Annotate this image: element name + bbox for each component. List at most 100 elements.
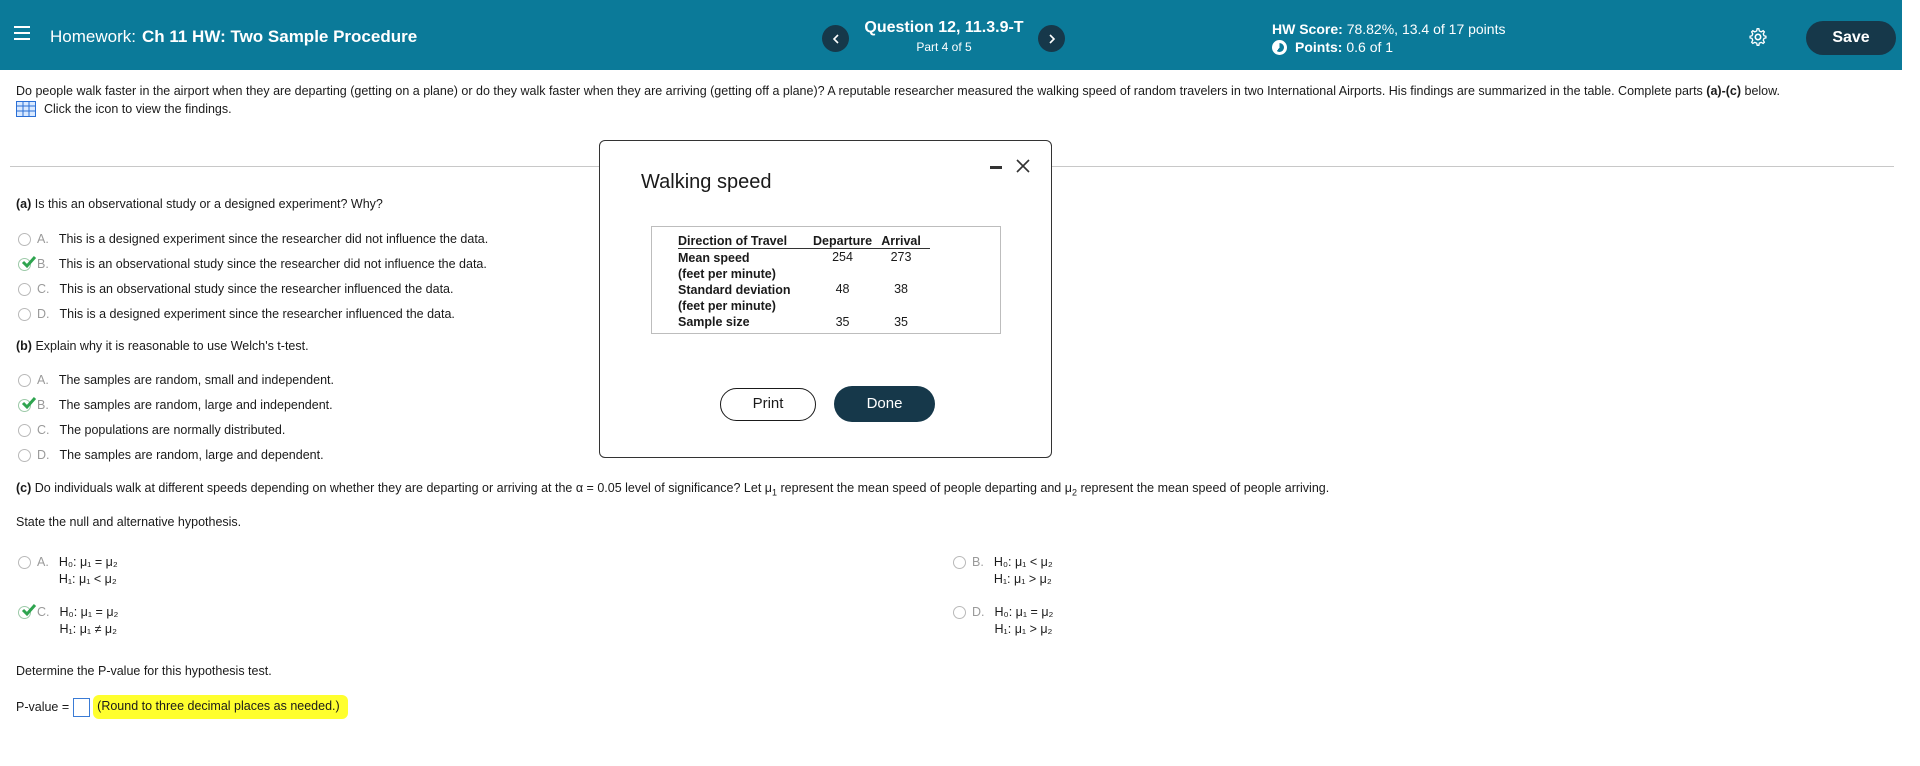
- radio-button[interactable]: [18, 282, 31, 296]
- question-intro: Do people walk faster in the airport whe…: [16, 83, 1896, 99]
- table-header: Direction of Travel: [678, 233, 788, 248]
- intro-end: below.: [1744, 84, 1780, 98]
- homework-name: Ch 11 HW: Two Sample Procedure: [141, 27, 418, 46]
- radio-button[interactable]: [18, 448, 31, 462]
- part-a-option-c[interactable]: C. This is an observational study since …: [18, 282, 453, 296]
- findings-table: Direction of Travel Departure Arrival Me…: [678, 231, 931, 330]
- null-hypothesis: H₀: μ₁ = μ₂: [59, 605, 119, 619]
- part-a-option-d[interactable]: D. This is a designed experiment since t…: [18, 307, 455, 321]
- part-a-label: (a): [16, 197, 32, 211]
- table-header: Departure: [813, 233, 873, 248]
- part-c-option-d[interactable]: D. H₀: μ₁ = μ₂ H₁: μ₁ > μ₂: [953, 605, 1053, 639]
- option-letter: D.: [972, 605, 985, 619]
- view-findings-link[interactable]: Click the icon to view the findings.: [16, 101, 232, 117]
- radio-button[interactable]: [18, 423, 31, 437]
- part-c-text-3: represent the mean speed of people arriv…: [1080, 481, 1330, 495]
- option-letter: C.: [37, 605, 50, 619]
- points-label: Points:: [1295, 39, 1343, 55]
- alternative-hypothesis: H₁: μ₁ < μ₂: [58, 572, 117, 586]
- walking-speed-dialog: Walking speed Direction of Travel Depart…: [599, 140, 1052, 458]
- hypothesis-pair: H₀: μ₁ < μ₂ H₁: μ₁ > μ₂: [994, 555, 1053, 589]
- menu-icon[interactable]: [14, 26, 30, 40]
- checkmark-icon: [21, 255, 37, 268]
- part-c-text-1: Do individuals walk at different speeds …: [34, 481, 772, 495]
- part-b-option-d[interactable]: D. The samples are random, large and dep…: [18, 448, 324, 462]
- table-grid-icon[interactable]: [16, 101, 36, 117]
- pvalue-input[interactable]: [73, 697, 91, 717]
- row-label-line: (feet per minute): [678, 266, 776, 281]
- table-cell: 38: [894, 281, 908, 296]
- part-c-label: (c): [16, 481, 32, 495]
- option-letter: C.: [37, 282, 50, 296]
- question-title: Question 12, 11.3.9-T: [864, 19, 1024, 36]
- null-hypothesis: H₀: μ₁ = μ₂: [58, 555, 118, 569]
- part-b-option-c[interactable]: C. The populations are normally distribu…: [18, 423, 285, 437]
- row-label: Mean speed (feet per minute): [678, 248, 813, 282]
- part-c-option-b[interactable]: B. H₀: μ₁ < μ₂ H₁: μ₁ > μ₂: [953, 555, 1053, 589]
- option-text: The samples are random, large and indepe…: [58, 398, 333, 412]
- row-label: Sample size: [678, 314, 813, 330]
- intro-parts: (a)-(c): [1706, 84, 1742, 98]
- option-text: The samples are random, large and depend…: [59, 448, 324, 462]
- radio-button[interactable]: [18, 556, 31, 569]
- part-a-question: (a) Is this an observational study or a …: [16, 197, 383, 211]
- next-question-button[interactable]: [1038, 25, 1065, 52]
- done-button[interactable]: Done: [834, 386, 935, 422]
- hypothesis-pair: H₀: μ₁ = μ₂ H₁: μ₁ > μ₂: [995, 605, 1054, 639]
- checkmark-icon: [21, 604, 37, 617]
- radio-button[interactable]: [953, 556, 966, 569]
- radio-button[interactable]: [18, 373, 31, 387]
- dialog-title: Walking speed: [641, 171, 772, 193]
- option-letter: D.: [37, 307, 50, 321]
- hw-score-label: HW Score:: [1272, 21, 1343, 37]
- findings-table-container: Direction of Travel Departure Arrival Me…: [651, 226, 1001, 334]
- table-cell: 35: [835, 314, 850, 329]
- save-button[interactable]: Save: [1806, 21, 1896, 55]
- table-cell: 35: [894, 314, 908, 329]
- gear-icon[interactable]: [1748, 27, 1768, 47]
- part-c-question: (c) Do individuals walk at different spe…: [16, 481, 1329, 498]
- part-a-option-b[interactable]: B. This is an observational study since …: [18, 255, 487, 271]
- table-cell: 48: [835, 281, 850, 296]
- radio-button[interactable]: [18, 307, 31, 321]
- option-letter: A.: [37, 232, 49, 246]
- homework-prefix: Homework:: [50, 27, 136, 46]
- top-bar: Homework: Ch 11 HW: Two Sample Procedure …: [0, 0, 1902, 70]
- hypothesis-pair: H₀: μ₁ = μ₂ H₁: μ₁ < μ₂: [59, 555, 118, 589]
- radio-button-selected[interactable]: [18, 604, 37, 619]
- option-letter: D.: [37, 448, 50, 462]
- part-b-option-b[interactable]: B. The samples are random, large and ind…: [18, 396, 333, 412]
- option-text: This is an observational study since the…: [59, 282, 454, 296]
- table-header: Arrival: [881, 233, 921, 248]
- alternative-hypothesis: H₁: μ₁ > μ₂: [993, 572, 1052, 586]
- part-c-option-a[interactable]: A. H₀: μ₁ = μ₂ H₁: μ₁ < μ₂: [18, 555, 118, 589]
- row-label: Standard deviation (feet per minute): [678, 282, 813, 314]
- radio-button[interactable]: [953, 606, 966, 619]
- table-row: Mean speed (feet per minute) 254 273: [678, 248, 930, 282]
- radio-button-selected[interactable]: [18, 255, 37, 271]
- row-label-line: Mean speed: [678, 250, 750, 265]
- intro-text: Do people walk faster in the airport whe…: [16, 84, 1703, 98]
- round-note: (Round to three decimal places as needed…: [93, 695, 348, 719]
- option-text: The populations are normally distributed…: [59, 423, 286, 437]
- print-button[interactable]: Print: [720, 388, 816, 421]
- option-letter: A.: [37, 373, 49, 387]
- option-letter: B.: [972, 555, 984, 569]
- alternative-hypothesis: H₁: μ₁ > μ₂: [994, 622, 1053, 636]
- question-part: Part 4 of 5: [916, 40, 972, 54]
- part-b-option-a[interactable]: A. The samples are random, small and ind…: [18, 373, 334, 387]
- hypothesis-pair: H₀: μ₁ = μ₂ H₁: μ₁ ≠ μ₂: [60, 605, 119, 639]
- mu-subscript-1: 1: [772, 487, 778, 498]
- radio-button-selected[interactable]: [18, 396, 37, 412]
- determine-pvalue-text: Determine the P-value for this hypothesi…: [16, 664, 272, 678]
- checkmark-icon: [21, 396, 37, 409]
- part-c-option-c[interactable]: C. H₀: μ₁ = μ₂ H₁: μ₁ ≠ μ₂: [18, 604, 119, 639]
- chevron-right-icon: [1048, 34, 1055, 44]
- radio-button[interactable]: [18, 232, 31, 246]
- close-icon[interactable]: [1014, 157, 1032, 175]
- minimize-icon[interactable]: [990, 166, 1002, 169]
- pvalue-label: P-value =: [16, 700, 70, 714]
- part-a-option-a[interactable]: A. This is a designed experiment since t…: [18, 232, 488, 246]
- state-hypothesis-text: State the null and alternative hypothesi…: [16, 515, 242, 529]
- option-letter: C.: [37, 423, 50, 437]
